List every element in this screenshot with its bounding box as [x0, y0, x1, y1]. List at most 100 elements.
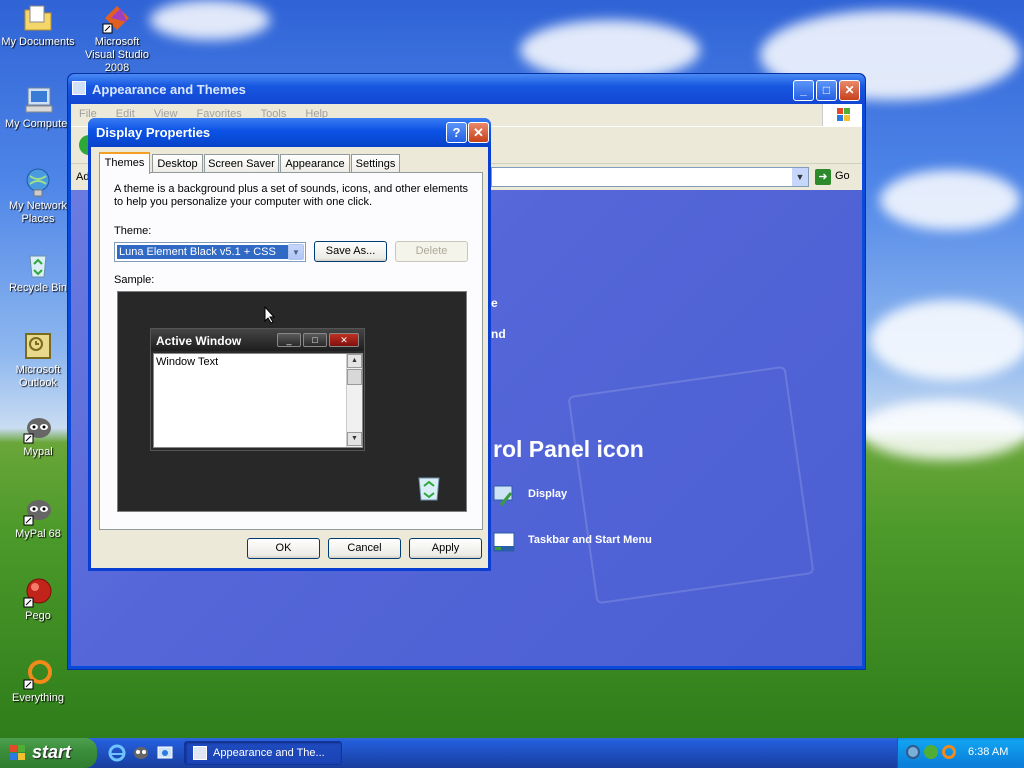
clock: 6:38 AM — [968, 746, 1009, 758]
link-label: Taskbar and Start Menu — [528, 534, 652, 546]
desktop-icon-label: Everything — [12, 692, 64, 704]
desktop-icon-pego[interactable]: Pego — [0, 576, 76, 623]
close-button[interactable]: ✕ — [468, 122, 489, 143]
display-icon — [491, 483, 517, 509]
link-label: Display — [528, 488, 568, 500]
network-tray-icon[interactable] — [906, 745, 920, 759]
desktop-icon-label: Pego — [25, 610, 51, 622]
theme-sample-preview: Active Window _ □ ✕ Window Text ▲ ▼ — [117, 291, 467, 512]
control-panel-icon — [72, 81, 86, 95]
cloud — [860, 400, 1024, 460]
desktop-icon-my-network-places[interactable]: My Network Places — [0, 166, 76, 226]
visual-studio-icon — [101, 2, 133, 34]
chevron-down-icon[interactable]: ▼ — [792, 168, 808, 186]
scroll-thumb — [347, 369, 362, 385]
desktop-icon-visual-studio[interactable]: Microsoft Visual Studio 2008 — [79, 2, 155, 75]
tab-desktop[interactable]: Desktop — [152, 154, 203, 173]
sample-label: Sample: — [114, 274, 155, 286]
quick-launch — [108, 744, 178, 762]
ok-button[interactable]: OK — [247, 538, 320, 559]
outlook-icon — [22, 330, 54, 362]
folder-icon — [22, 2, 54, 34]
address-input[interactable]: ▼ — [491, 167, 809, 187]
everything-tray-icon[interactable] — [942, 745, 956, 759]
apply-button[interactable]: Apply — [409, 538, 482, 559]
maximize-icon: □ — [303, 333, 327, 347]
windows-flag-icon — [822, 104, 862, 126]
explorer-title-bar[interactable]: Appearance and Themes — [68, 74, 865, 104]
show-desktop-icon[interactable] — [156, 744, 174, 762]
raccoon-icon — [22, 412, 54, 444]
dialog-title-bar[interactable]: Display Properties — [88, 118, 491, 147]
theme-dropdown[interactable]: Luna Element Black v5.1 + CSS ▼ — [114, 242, 306, 262]
red-ball-icon — [22, 576, 54, 608]
cancel-button[interactable]: Cancel — [328, 538, 401, 559]
raccoon-icon — [22, 494, 54, 526]
tab-screen-saver[interactable]: Screen Saver — [204, 154, 279, 173]
go-button[interactable]: ➜ Go — [813, 167, 853, 187]
desktop-icon-mypal[interactable]: Mypal — [0, 412, 76, 459]
taskbar-button-appearance-and-themes[interactable]: Appearance and The... — [184, 741, 342, 765]
tab-settings[interactable]: Settings — [351, 154, 400, 173]
desktop-icon-label: Mypal — [23, 446, 53, 458]
system-tray: 6:38 AM — [897, 738, 1024, 768]
start-button[interactable]: start — [0, 738, 97, 768]
windows-flag-icon — [10, 745, 26, 761]
computer-icon — [22, 84, 54, 116]
sample-active-window: Active Window _ □ ✕ Window Text ▲ ▼ — [150, 328, 365, 451]
desktop-icon-everything[interactable]: Everything — [0, 658, 76, 705]
desktop-icon-microsoft-outlook[interactable]: Microsoft Outlook — [0, 330, 76, 390]
close-icon: ✕ — [329, 333, 359, 347]
sample-scrollbar: ▲ ▼ — [346, 354, 362, 447]
help-button[interactable]: ? — [446, 122, 467, 143]
desktop-icon-label: Microsoft Visual Studio 2008 — [84, 36, 149, 74]
everything-icon — [22, 658, 54, 690]
minimize-icon: _ — [277, 333, 301, 347]
start-label: start — [32, 742, 72, 762]
explorer-title: Appearance and Themes — [92, 82, 246, 97]
watermark-shape — [567, 365, 815, 605]
cloud — [880, 170, 1020, 230]
desktop-icon-label: My Network Places — [8, 200, 68, 225]
desktop-icon-label: Recycle Bin — [8, 282, 68, 294]
go-arrow-icon: ➜ — [815, 169, 831, 185]
maximize-button[interactable]: □ — [816, 80, 837, 101]
desktop-icon-label: My Computer — [4, 118, 72, 130]
desktop-icon-label: Microsoft Outlook — [15, 364, 61, 389]
taskbar-icon — [491, 529, 517, 555]
network-icon — [22, 166, 54, 198]
cloud — [520, 20, 700, 80]
delete-button[interactable]: Delete — [395, 241, 468, 262]
taskbar: start Appearance and The... 6:38 AM — [0, 738, 1024, 768]
chevron-down-icon[interactable]: ▼ — [288, 244, 304, 260]
desktop-icon-mypal-68[interactable]: MyPal 68 — [0, 494, 76, 541]
tab-themes[interactable]: Themes — [99, 152, 150, 174]
internet-explorer-icon[interactable] — [108, 744, 126, 762]
sample-window-text: Window Text — [156, 356, 219, 368]
themes-tab-page: A theme is a background plus a set of so… — [99, 172, 483, 530]
recycle-bin-icon — [22, 248, 54, 280]
desktop-icon-my-documents[interactable]: My Documents — [0, 2, 76, 49]
security-tray-icon[interactable] — [924, 745, 938, 759]
desktop-icon-my-computer[interactable]: My Computer — [0, 84, 76, 131]
tab-appearance[interactable]: Appearance — [280, 154, 350, 173]
scroll-up-icon: ▲ — [347, 354, 362, 368]
desktop-icon-label: My Documents — [1, 36, 75, 48]
dialog-title: Display Properties — [96, 125, 211, 140]
theme-label: Theme: — [114, 225, 152, 237]
minimize-button[interactable]: _ — [793, 80, 814, 101]
section-heading: rol Panel icon — [493, 436, 644, 462]
hidden-text-fragment: e — [491, 296, 498, 310]
theme-selected-value: Luna Element Black v5.1 + CSS — [117, 245, 288, 259]
save-as-button[interactable]: Save As... — [314, 241, 387, 262]
desktop-icon-recycle-bin[interactable]: Recycle Bin — [0, 248, 76, 295]
mouse-cursor-icon — [264, 305, 276, 327]
recycle-bin-icon — [415, 472, 443, 502]
cloud — [150, 0, 270, 40]
desktop-icon-label: MyPal 68 — [15, 528, 61, 540]
raccoon-icon[interactable] — [132, 744, 150, 762]
close-button[interactable]: ✕ — [839, 80, 860, 101]
hidden-text-fragment: nd — [491, 327, 506, 341]
go-label: Go — [835, 170, 850, 182]
cloud — [870, 300, 1024, 380]
